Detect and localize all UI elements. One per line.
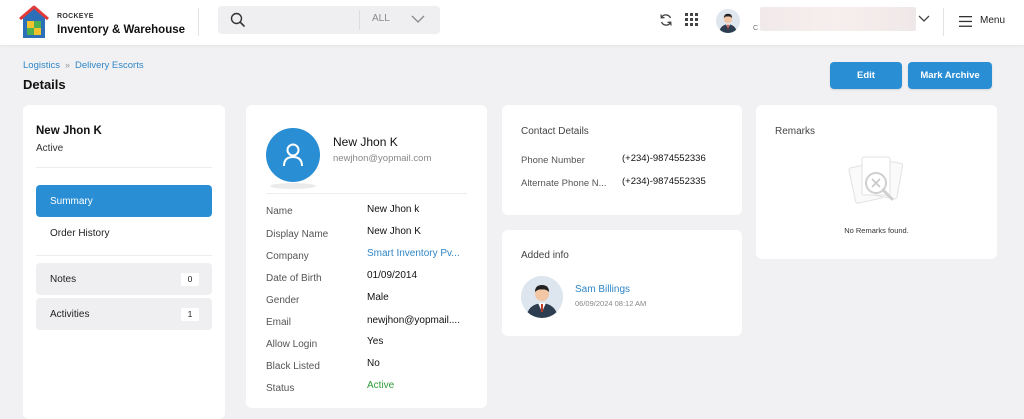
field-label: Display Name bbox=[266, 229, 329, 240]
field-label: Gender bbox=[266, 295, 300, 306]
refresh-icon[interactable] bbox=[659, 13, 673, 27]
added-info-title: Added info bbox=[521, 250, 569, 261]
phone-label: Phone Number bbox=[521, 155, 585, 166]
search-icon bbox=[230, 12, 245, 27]
user-icon bbox=[283, 143, 303, 167]
user-account-info[interactable] bbox=[760, 7, 916, 31]
field-label: Email bbox=[266, 317, 292, 328]
added-timestamp: 06/09/2024 08:12 AM bbox=[575, 299, 647, 308]
field-value: newjhon@yopmail.... bbox=[367, 315, 460, 326]
field-value: No bbox=[367, 358, 380, 369]
contact-details-card: Contact Details Phone Number (+234)-9874… bbox=[502, 105, 742, 215]
apps-grid-icon[interactable] bbox=[685, 13, 698, 26]
header-divider bbox=[198, 8, 199, 36]
logo-house-icon[interactable] bbox=[18, 5, 50, 39]
summary-name: New Jhon K bbox=[333, 135, 398, 149]
menu-label[interactable]: Menu bbox=[980, 15, 1005, 26]
company-link[interactable]: Smart Inventory Pv... bbox=[367, 248, 477, 259]
alt-phone-value: (+234)-9874552335 bbox=[622, 176, 706, 187]
field-value: New Jhon k bbox=[367, 204, 420, 215]
contact-title: Contact Details bbox=[521, 126, 589, 137]
summary-card: New Jhon K newjhon@yopmail.com Name New … bbox=[246, 105, 487, 408]
added-by-user-link[interactable]: Sam Billings bbox=[575, 284, 630, 295]
avatar-image bbox=[716, 9, 740, 33]
divider bbox=[36, 255, 212, 256]
field-value: 01/09/2014 bbox=[367, 270, 418, 281]
phone-value: (+234)-9874552336 bbox=[622, 153, 706, 164]
nav-summary-label: Summary bbox=[50, 195, 93, 207]
added-by-avatar bbox=[521, 276, 563, 318]
divider bbox=[36, 167, 212, 168]
nav-notes-label: Notes bbox=[50, 273, 77, 285]
status-value: Active bbox=[367, 380, 395, 391]
field-label: Allow Login bbox=[266, 339, 318, 350]
search-divider bbox=[359, 10, 360, 30]
added-info-card: Added info Sam Billings 06/09/2024 08:12… bbox=[502, 230, 742, 336]
field-label: Name bbox=[266, 206, 293, 217]
field-label: Black Listed bbox=[266, 361, 320, 372]
header-divider-2 bbox=[943, 8, 944, 36]
field-label: Status bbox=[266, 383, 295, 394]
mark-archive-button[interactable]: Mark Archive bbox=[908, 62, 992, 89]
field-value: New Jhon K bbox=[367, 226, 421, 237]
top-bar: ROCKEYE Inventory & Warehouse ALL C Menu bbox=[0, 0, 1024, 45]
profile-name: New Jhon K bbox=[36, 125, 102, 137]
user-avatar[interactable] bbox=[716, 9, 740, 33]
field-label: Date of Birth bbox=[266, 273, 322, 284]
search-filter-select[interactable]: ALL bbox=[372, 13, 390, 24]
breadcrumb: Logistics » Delivery Escorts bbox=[23, 60, 144, 71]
remarks-title: Remarks bbox=[775, 126, 816, 137]
nav-summary[interactable]: Summary bbox=[36, 185, 212, 217]
profile-avatar[interactable] bbox=[266, 128, 320, 182]
page-title: Details bbox=[23, 77, 66, 92]
field-value: Male bbox=[367, 292, 389, 303]
nav-order-history-label: Order History bbox=[50, 227, 110, 239]
summary-email: newjhon@yopmail.com bbox=[333, 153, 432, 164]
remarks-card: Remarks No Remarks found. bbox=[756, 105, 997, 259]
nav-order-history[interactable]: Order History bbox=[36, 217, 212, 249]
notes-count-badge: 0 bbox=[181, 273, 199, 286]
no-remarks-text: No Remarks found. bbox=[844, 226, 909, 235]
global-search[interactable]: ALL bbox=[218, 6, 440, 34]
user-company: C bbox=[753, 25, 759, 32]
field-label: Company bbox=[266, 251, 309, 262]
profile-nav-card: New Jhon K Active Summary Order History … bbox=[23, 105, 225, 419]
breadcrumb-chevron-icon: » bbox=[64, 60, 70, 70]
nav-notes[interactable]: Notes 0 bbox=[36, 263, 212, 295]
no-remarks-illustration-icon bbox=[848, 156, 904, 204]
field-value: Yes bbox=[367, 336, 384, 347]
user-menu-chevron-icon[interactable] bbox=[918, 15, 930, 23]
edit-button[interactable]: Edit bbox=[830, 62, 902, 89]
brand-title: Inventory & Warehouse bbox=[57, 24, 186, 36]
activities-count-badge: 1 bbox=[181, 308, 199, 321]
avatar-shadow bbox=[270, 183, 316, 189]
brand-tagline: ROCKEYE bbox=[57, 13, 94, 20]
chevron-down-icon[interactable] bbox=[411, 14, 425, 24]
brand-name: ROCKEYE Inventory & Warehouse bbox=[57, 11, 185, 36]
avatar-image bbox=[521, 276, 563, 318]
profile-status: Active bbox=[36, 143, 64, 154]
alt-phone-label: Alternate Phone N... bbox=[521, 178, 607, 189]
hamburger-menu-icon[interactable] bbox=[959, 16, 972, 27]
nav-activities-label: Activities bbox=[50, 308, 90, 320]
divider bbox=[266, 193, 467, 194]
breadcrumb-delivery-escorts[interactable]: Delivery Escorts bbox=[75, 60, 144, 71]
nav-activities[interactable]: Activities 1 bbox=[36, 298, 212, 330]
breadcrumb-logistics[interactable]: Logistics bbox=[23, 60, 60, 71]
